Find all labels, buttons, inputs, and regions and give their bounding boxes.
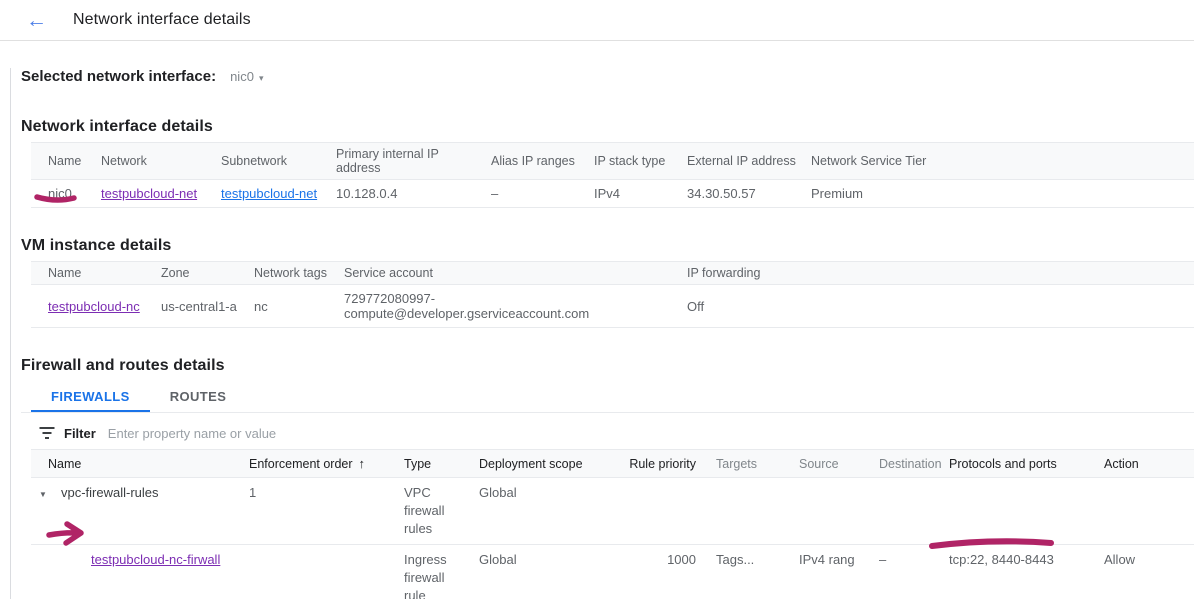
vm-service-account: 729772080997-compute@developer.gservicea…: [344, 291, 589, 321]
nic-table: Name Network Subnetwork Primary internal…: [31, 142, 1194, 208]
firewall-group-row: ▼vpc-firewall-rules 1 VPC firewall rules…: [31, 478, 1194, 545]
fw-rule-targets: Tags...: [716, 551, 781, 569]
fw-col-scope: Deployment scope: [471, 450, 596, 478]
nic-external-ip: 34.30.50.57: [687, 186, 756, 201]
fw-rule-action: Allow: [1104, 552, 1135, 567]
fw-col-enforcement[interactable]: Enforcement order ↑: [241, 450, 396, 478]
firewall-table: Name Enforcement order ↑ Type Deployment …: [31, 449, 1194, 599]
vm-col-zone: Zone: [161, 262, 254, 285]
vm-col-service-account: Service account: [344, 262, 687, 285]
nic-col-alias: Alias IP ranges: [491, 143, 594, 180]
nic-col-name: Name: [31, 143, 101, 180]
expand-row-icon[interactable]: ▼: [39, 486, 61, 504]
tab-firewalls[interactable]: FIREWALLS: [31, 383, 150, 412]
firewall-section-title: Firewall and routes details: [21, 357, 1194, 375]
vm-table-header-row: Name Zone Network tags Service account I…: [31, 262, 1194, 285]
nic-table-row: nic0 testpubcloud-net testpubcloud-net 1…: [31, 180, 1194, 208]
fw-col-name: Name: [31, 450, 241, 478]
nic-network-link[interactable]: testpubcloud-net: [101, 186, 197, 201]
vm-name-link[interactable]: testpubcloud-nc: [48, 299, 140, 314]
nic-alias-ranges: –: [491, 186, 498, 201]
nic-col-external-ip: External IP address: [687, 143, 811, 180]
vm-col-tags: Network tags: [254, 262, 344, 285]
vm-col-name: Name: [31, 262, 161, 285]
fw-col-source: Source: [791, 450, 871, 478]
page-header: ← Network interface details: [0, 0, 1194, 41]
nic-col-tier: Network Service Tier: [811, 143, 1194, 180]
vm-table-row: testpubcloud-nc us-central1-a nc 7297720…: [31, 285, 1194, 328]
nic-col-network: Network: [101, 143, 221, 180]
nic-stack-type: IPv4: [594, 186, 620, 201]
nic-subnetwork-link[interactable]: testpubcloud-net: [221, 186, 317, 201]
fw-rule-destination: –: [879, 552, 886, 567]
vm-table: Name Zone Network tags Service account I…: [31, 261, 1194, 328]
vm-ip-forwarding: Off: [687, 299, 704, 314]
vm-network-tags: nc: [254, 299, 268, 314]
fw-rule-priority: 1000: [667, 552, 696, 567]
firewall-table-header-row: Name Enforcement order ↑ Type Deployment …: [31, 450, 1194, 478]
vm-section-title: VM instance details: [21, 237, 1194, 255]
firewall-routes-tabs: FIREWALLS ROUTES: [21, 383, 1194, 413]
tab-routes[interactable]: ROUTES: [150, 383, 247, 412]
filter-input[interactable]: [108, 426, 1194, 441]
fw-group-type: VPC firewall rules: [404, 485, 444, 536]
fw-col-protocols: Protocols and ports: [941, 450, 1096, 478]
fw-col-priority: Rule priority: [596, 450, 708, 478]
nic-primary-ip: 10.128.0.4: [336, 186, 397, 201]
fw-group-enforcement: 1: [249, 485, 256, 500]
filter-label: Filter: [64, 426, 96, 441]
nic-section-title: Network interface details: [21, 118, 1194, 136]
fw-col-type: Type: [396, 450, 471, 478]
back-arrow-icon[interactable]: ←: [26, 10, 47, 31]
vm-col-ip-forwarding: IP forwarding: [687, 262, 1194, 285]
fw-col-destination: Destination: [871, 450, 941, 478]
filter-bar: Filter: [31, 419, 1194, 447]
fw-rule-protocols: tcp:22, 8440-8443: [949, 551, 1086, 569]
fw-rule-scope: Global: [479, 552, 517, 567]
interface-selector: Selected network interface: nic0 ▾: [21, 68, 1194, 85]
fw-rule-name-link[interactable]: testpubcloud-nc-firwall: [91, 552, 220, 567]
interface-selector-value[interactable]: nic0: [230, 69, 254, 84]
fw-rule-type: Ingress firewall rule: [404, 552, 447, 599]
fw-col-action: Action: [1096, 450, 1194, 478]
dropdown-caret-icon[interactable]: ▾: [259, 73, 264, 84]
vm-zone: us-central1-a: [161, 299, 237, 314]
fw-group-name: vpc-firewall-rules: [61, 485, 159, 500]
fw-group-scope: Global: [479, 485, 517, 500]
nic-table-header-row: Name Network Subnetwork Primary internal…: [31, 143, 1194, 180]
firewall-rule-row: testpubcloud-nc-firwall Ingress firewall…: [31, 545, 1194, 599]
fw-col-enforcement-label: Enforcement order: [249, 457, 353, 471]
nic-col-subnetwork: Subnetwork: [221, 143, 336, 180]
sort-ascending-icon: ↑: [359, 456, 366, 471]
nic-service-tier: Premium: [811, 186, 863, 201]
nic-col-primary-ip: Primary internal IP address: [336, 143, 491, 180]
fw-col-targets: Targets: [708, 450, 791, 478]
page-title: Network interface details: [73, 11, 251, 29]
nic-col-stack: IP stack type: [594, 143, 687, 180]
interface-selector-label: Selected network interface:: [21, 68, 216, 85]
nic-name: nic0: [48, 186, 72, 201]
fw-rule-source: IPv4 rang: [799, 551, 861, 569]
main-panel: Selected network interface: nic0 ▾ Netwo…: [10, 68, 1194, 599]
filter-list-icon[interactable]: [39, 427, 55, 439]
